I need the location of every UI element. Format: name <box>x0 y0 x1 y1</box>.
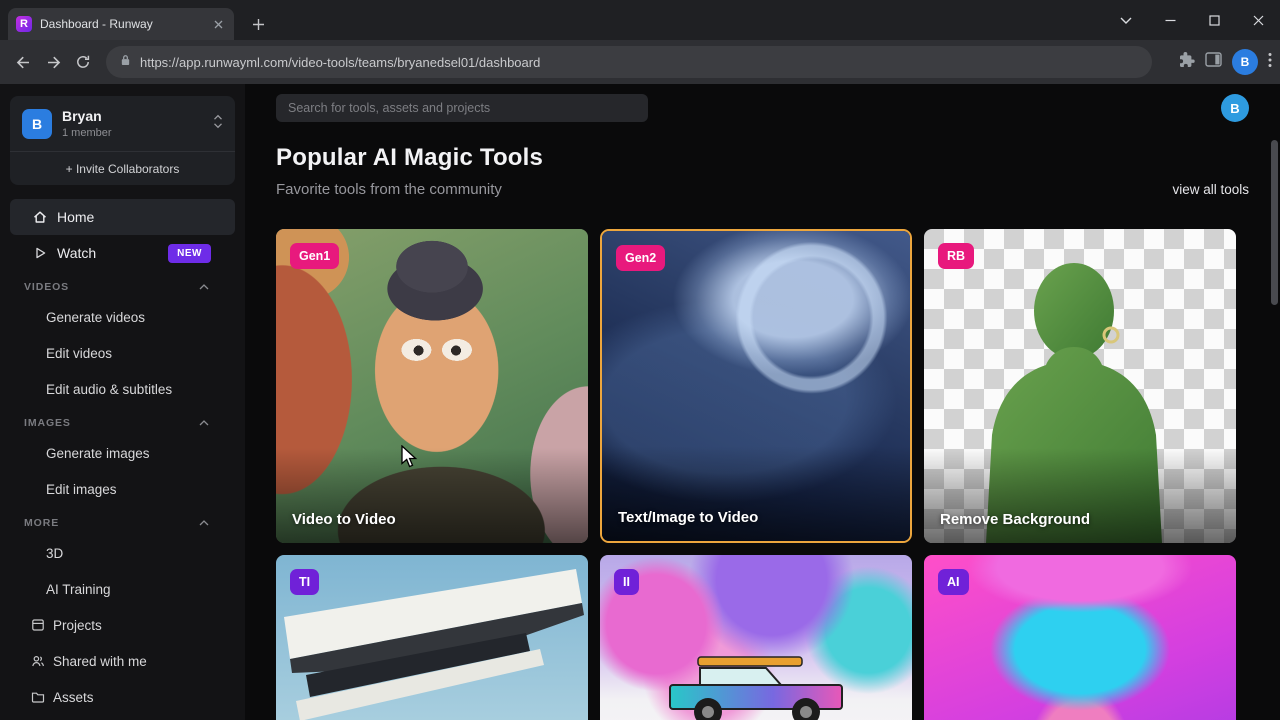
tab-strip: R Dashboard - Runway <box>0 0 1280 40</box>
maximize-button[interactable] <box>1192 0 1236 40</box>
tool-title: Text/Image to Video <box>618 509 759 526</box>
sidebar-item-generate-videos[interactable]: Generate videos <box>10 299 235 335</box>
team-avatar: B <box>22 108 52 139</box>
tool-card-ii[interactable]: II <box>600 555 912 720</box>
sidebar-item-home[interactable]: Home <box>10 199 235 235</box>
browser-profile-avatar[interactable]: B <box>1232 49 1258 75</box>
tool-card-ti[interactable]: TI <box>276 555 588 720</box>
sidebar-item-edit-audio-subtitles[interactable]: Edit audio & subtitles <box>10 371 235 407</box>
person-silhouette <box>986 263 1162 543</box>
sidebar-item-projects[interactable]: Projects <box>10 607 235 643</box>
chevron-down-icon[interactable] <box>1104 0 1148 40</box>
tool-badge: RB <box>938 243 975 269</box>
sidebar-item-shared-with-me[interactable]: Shared with me <box>10 643 235 679</box>
close-button[interactable] <box>1236 0 1280 40</box>
tool-card-ai[interactable]: AI <box>924 555 1236 720</box>
folder-icon <box>31 690 45 704</box>
window-controls <box>1104 0 1280 40</box>
back-button[interactable] <box>8 47 38 77</box>
team-card: B Bryan 1 member + Invite Collaborators <box>10 96 235 185</box>
view-all-tools-link[interactable]: view all tools <box>1172 182 1249 197</box>
card-art <box>924 555 1236 720</box>
runway-favicon-icon: R <box>16 16 32 32</box>
sidebar-item-assets[interactable]: Assets <box>10 679 235 715</box>
new-tab-button[interactable] <box>244 10 272 38</box>
jeep-art <box>669 656 843 720</box>
section-label: IMAGES <box>24 417 71 429</box>
card-art <box>276 229 588 543</box>
sidebar-item-ai-training[interactable]: AI Training <box>10 571 235 607</box>
scrollbar-thumb[interactable] <box>1271 140 1278 305</box>
chevron-up-icon <box>199 281 209 293</box>
people-icon <box>31 654 45 668</box>
tool-card-text-image-to-video[interactable]: Gen2 Text/Image to Video <box>600 229 912 543</box>
tab-close-icon[interactable] <box>210 16 226 32</box>
browser-toolbar: https://app.runwayml.com/video-tools/tea… <box>0 40 1280 84</box>
side-panel-icon[interactable] <box>1205 52 1222 72</box>
sidebar-item-watch[interactable]: Watch NEW <box>10 235 235 271</box>
card-art <box>602 231 910 541</box>
search-input[interactable] <box>276 94 648 122</box>
sidebar-item-edit-images[interactable]: Edit images <box>10 471 235 507</box>
toolbar-right: B <box>1179 40 1272 84</box>
tool-card-remove-background[interactable]: RB Remove Background <box>924 229 1236 543</box>
new-badge: NEW <box>168 243 211 263</box>
runway-app: B Bryan 1 member + Invite Collaborators … <box>0 84 1280 720</box>
sidebar-item-label: Shared with me <box>53 653 147 669</box>
user-avatar[interactable]: B <box>1221 94 1249 122</box>
url-text: https://app.runwayml.com/video-tools/tea… <box>140 54 541 70</box>
sidebar-item-label: Assets <box>53 689 94 705</box>
tool-badge: Gen1 <box>290 243 340 269</box>
projects-icon <box>31 618 45 632</box>
tab-title: Dashboard - Runway <box>40 17 153 31</box>
building-art <box>284 569 584 720</box>
invite-collaborators-button[interactable]: + Invite Collaborators <box>10 152 235 185</box>
tool-title: Video to Video <box>292 511 396 528</box>
tool-badge: AI <box>938 569 969 595</box>
team-member-count: 1 member <box>62 127 112 139</box>
extensions-puzzle-icon[interactable] <box>1179 51 1195 73</box>
tools-grid: Gen1 Video to Video Gen2 Text/Image to V… <box>276 229 1249 720</box>
section-header-more[interactable]: MORE <box>10 513 235 533</box>
sidebar: B Bryan 1 member + Invite Collaborators … <box>0 84 245 720</box>
page-subtitle: Favorite tools from the community <box>276 181 502 198</box>
tool-badge: TI <box>290 569 320 595</box>
sidebar-item-edit-videos[interactable]: Edit videos <box>10 335 235 371</box>
sidebar-item-3d[interactable]: 3D <box>10 535 235 571</box>
kebab-menu-icon[interactable] <box>1268 52 1272 73</box>
browser-window: R Dashboard - Runway https://app.runwaym… <box>0 0 1280 720</box>
play-icon <box>32 246 48 260</box>
tool-badge: II <box>614 569 639 595</box>
sidebar-item-generate-images[interactable]: Generate images <box>10 435 235 471</box>
reload-button[interactable] <box>68 47 98 77</box>
chevron-up-icon <box>199 417 209 429</box>
lock-icon <box>120 53 131 72</box>
tool-card-video-to-video[interactable]: Gen1 Video to Video <box>276 229 588 543</box>
minimize-button[interactable] <box>1148 0 1192 40</box>
section-label: MORE <box>24 517 60 529</box>
browser-tab[interactable]: R Dashboard - Runway <box>8 8 234 40</box>
sidebar-item-label: Home <box>57 209 95 225</box>
sidebar-item-label: Projects <box>53 617 102 633</box>
sidebar-item-label: Watch <box>57 245 97 261</box>
section-header-images[interactable]: IMAGES <box>10 413 235 433</box>
team-switcher[interactable]: B Bryan 1 member <box>10 96 235 151</box>
page-title: Popular AI Magic Tools <box>276 144 544 171</box>
team-name: Bryan <box>62 108 102 124</box>
tool-title: Remove Background <box>940 511 1091 528</box>
address-bar[interactable]: https://app.runwayml.com/video-tools/tea… <box>106 46 1152 78</box>
section-label: VIDEOS <box>24 281 70 293</box>
section-header-videos[interactable]: VIDEOS <box>10 277 235 297</box>
chevron-up-icon <box>199 517 209 529</box>
home-icon <box>32 209 48 225</box>
team-switcher-icon[interactable] <box>213 114 223 134</box>
main-content: B Popular AI Magic Tools Favorite tools … <box>245 84 1280 720</box>
forward-button[interactable] <box>38 47 68 77</box>
tool-badge: Gen2 <box>616 245 666 271</box>
mouse-cursor <box>401 445 418 468</box>
